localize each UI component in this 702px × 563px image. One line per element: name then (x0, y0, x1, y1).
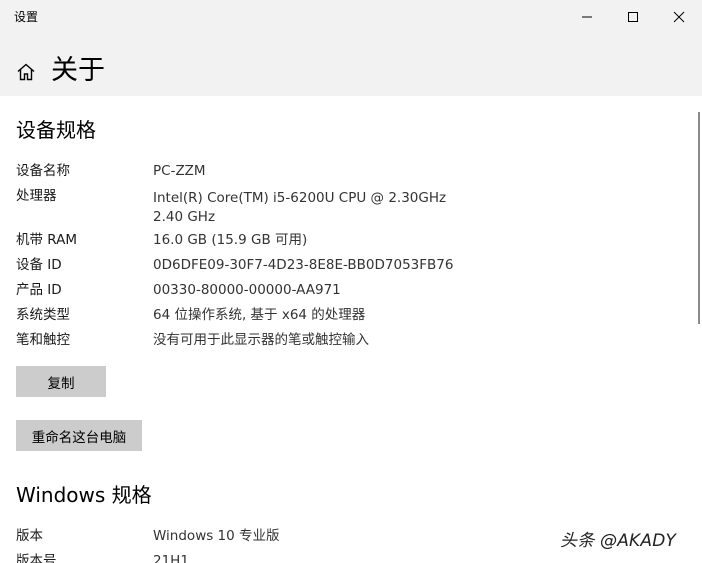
window-title: 设置 (14, 10, 39, 24)
minimize-button[interactable] (564, 0, 610, 34)
rename-pc-button[interactable]: 重命名这台电脑 (16, 420, 142, 451)
device-name-label: 设备名称 (16, 163, 70, 179)
close-icon (673, 11, 685, 23)
maximize-icon (628, 12, 638, 22)
ram-value: 16.0 GB (15.9 GB 可用) (153, 232, 308, 248)
windows-specs-title: Windows 规格 (16, 483, 152, 507)
ram-label: 机带 RAM (16, 232, 78, 248)
home-button[interactable] (16, 62, 36, 86)
content-area: 设备规格 设备名称 PC-ZZM 处理器 Intel(R) Core(TM) i… (0, 96, 696, 563)
close-button[interactable] (656, 0, 702, 34)
system-type-label: 系统类型 (16, 307, 70, 323)
processor-value: Intel(R) Core(TM) i5-6200U CPU @ 2.30GHz… (153, 190, 447, 225)
home-icon (17, 63, 35, 81)
maximize-button[interactable] (610, 0, 656, 34)
processor-label: 处理器 (16, 188, 57, 204)
product-id-label: 产品 ID (16, 282, 62, 298)
device-id-label: 设备 ID (16, 257, 62, 273)
pen-touch-label: 笔和触控 (16, 332, 70, 348)
device-name-value: PC-ZZM (153, 163, 206, 179)
minimize-icon (582, 16, 592, 18)
product-id-value: 00330-80000-00000-AA971 (153, 282, 341, 298)
copy-button[interactable]: 复制 (16, 366, 106, 397)
system-type-value: 64 位操作系统, 基于 x64 的处理器 (153, 307, 366, 323)
page-title: 关于 (51, 55, 105, 86)
device-id-value: 0D6DFE09-30F7-4D23-8E8E-BB0D7053FB76 (153, 257, 454, 273)
edition-label: 版本 (16, 528, 43, 544)
version-value: 21H1 (153, 553, 189, 563)
page-header (0, 34, 702, 96)
device-specs-title: 设备规格 (16, 118, 96, 142)
title-bar: 设置 (0, 0, 702, 34)
watermark: 头条 @AKADY (560, 531, 677, 551)
pen-touch-value: 没有可用于此显示器的笔或触控输入 (153, 332, 369, 348)
version-label: 版本号 (16, 553, 57, 563)
vertical-scrollbar[interactable] (698, 112, 700, 324)
edition-value: Windows 10 专业版 (153, 528, 280, 544)
